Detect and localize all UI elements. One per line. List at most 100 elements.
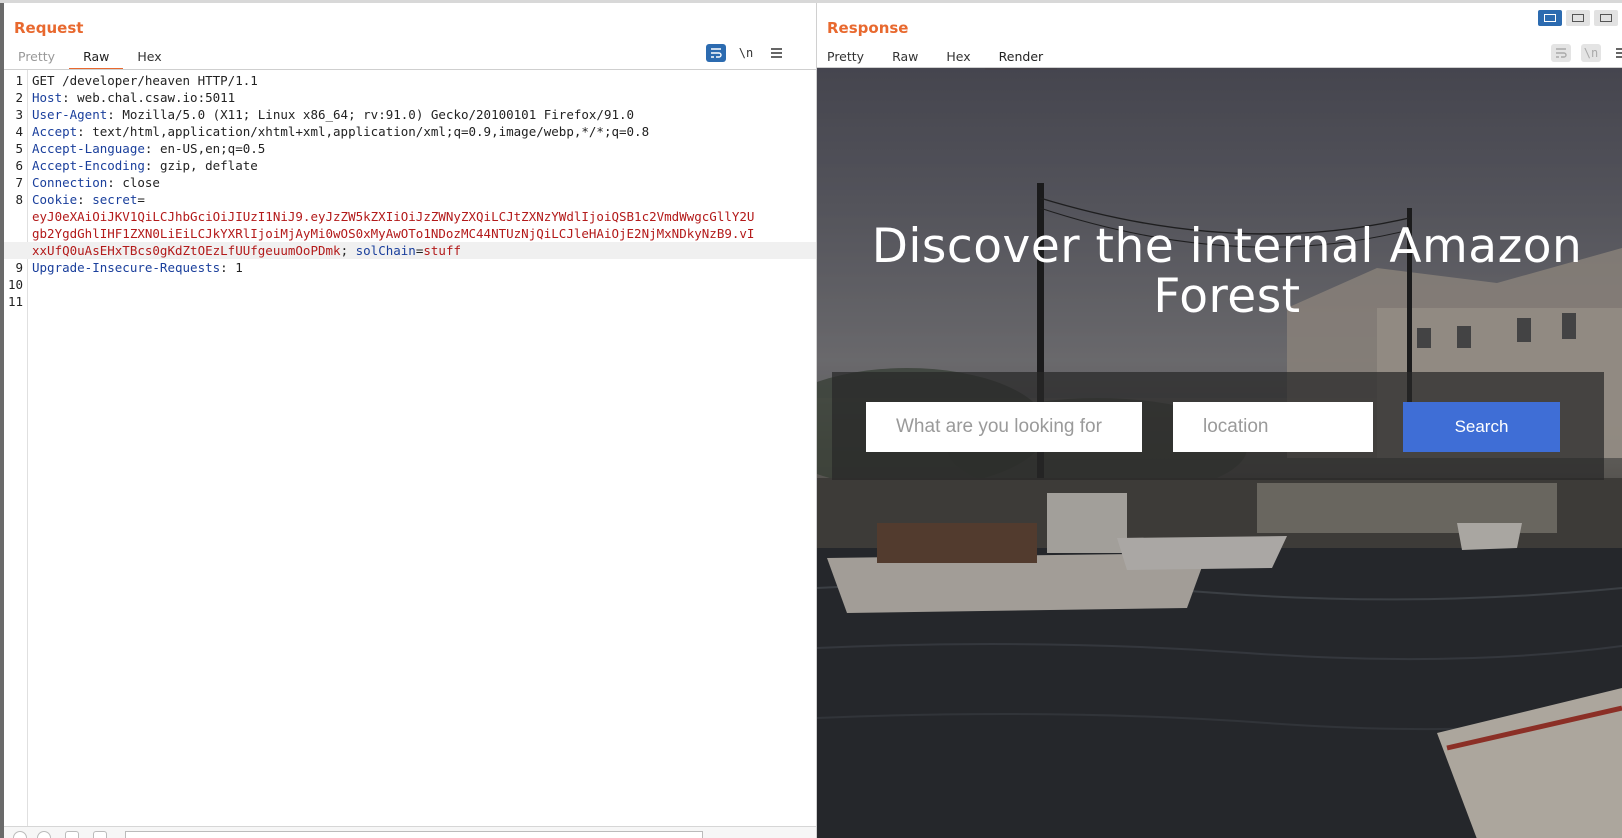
header-value: ;: [340, 243, 356, 258]
settings-icon[interactable]: [37, 831, 51, 838]
request-line: 6 Accept-Encoding: gzip, deflate: [4, 157, 816, 174]
request-line: 11: [4, 293, 816, 310]
request-title: Request: [14, 19, 84, 37]
line-text: eyJ0eXAiOiJKV1QiLCJhbGciOiJIUzI1NiJ9.eyJ…: [26, 208, 754, 225]
header-key: Accept: [32, 124, 78, 139]
request-line: 10: [4, 276, 816, 293]
cookie-value: xxUfQ0uAsEHxTBcs0gKdZtOEzLfUUfgeuumOoPDm…: [32, 243, 341, 258]
request-bottom-bar: [4, 826, 816, 838]
line-text: [26, 276, 32, 293]
header-value: : en-US,en;q=0.5: [144, 141, 266, 156]
line-number: 5: [15, 141, 23, 156]
line-number: 2: [15, 90, 23, 105]
request-line: 9 Upgrade-Insecure-Requests: 1: [4, 259, 816, 276]
back-icon[interactable]: [65, 831, 79, 838]
layout-toggle-group: [1538, 10, 1618, 26]
request-line: 8 Cookie: secret=: [4, 191, 816, 208]
header-key: secret: [92, 192, 138, 207]
search-what-input[interactable]: [866, 402, 1142, 452]
response-toolbar: \n: [1551, 44, 1622, 62]
hamburger-icon[interactable]: [1611, 44, 1622, 62]
show-newlines-button[interactable]: \n: [1581, 44, 1601, 62]
line-text: Accept-Language: en-US,en;q=0.5: [26, 140, 265, 157]
header-value: : text/html,application/xhtml+xml,applic…: [77, 124, 650, 139]
line-number: 8: [15, 192, 23, 207]
line-number: 6: [15, 158, 23, 173]
split-vertical-icon[interactable]: [1566, 10, 1590, 26]
line-number: 7: [15, 175, 23, 190]
line-text: Upgrade-Insecure-Requests: 1: [26, 259, 243, 276]
response-pane: Response Pretty Raw Hex Render \n Discov…: [817, 3, 1622, 838]
line-number: [4, 242, 26, 259]
line-number: 1: [15, 73, 23, 88]
line-number: 10: [7, 277, 23, 292]
request-pane: Request Pretty Raw Hex \n 1 GET /develope…: [4, 3, 817, 838]
tabbed-layout-icon[interactable]: [1594, 10, 1618, 26]
rendered-response: Discover the internal Amazon Forest Sear…: [817, 67, 1622, 838]
line-number: [4, 208, 26, 225]
request-line: gb2YgdGhlIHF1ZXN0LiEiLCJkYXRlIjoiMjAyMi0…: [4, 225, 816, 242]
line-number: 4: [15, 124, 23, 139]
header-key: Host: [32, 90, 63, 105]
search-button[interactable]: Search: [1403, 402, 1560, 452]
header-value: : Mozilla/5.0 (X11; Linux x86_64; rv:91.…: [107, 107, 635, 122]
line-text: User-Agent: Mozilla/5.0 (X11; Linux x86_…: [26, 106, 634, 123]
line-number: 11: [7, 294, 23, 309]
header-key: User-Agent: [32, 107, 108, 122]
header-value: : close: [107, 175, 160, 190]
wrap-lines-icon[interactable]: [706, 44, 726, 62]
split-horizontal-icon[interactable]: [1538, 10, 1562, 26]
tab-hex[interactable]: Hex: [123, 45, 175, 70]
cookie-value: eyJ0eXAiOiJKV1QiLCJhbGciOiJIUzI1NiJ9.eyJ…: [32, 209, 755, 224]
search-location-input[interactable]: [1173, 402, 1373, 452]
line-text: Accept: text/html,application/xhtml+xml,…: [26, 123, 649, 140]
help-icon[interactable]: [13, 831, 27, 838]
search-input[interactable]: [125, 831, 703, 838]
line-number: [4, 225, 26, 242]
request-line: 5 Accept-Language: en-US,en;q=0.5: [4, 140, 816, 157]
line-number: 3: [15, 107, 23, 122]
line-text: Cookie: secret=: [26, 191, 145, 208]
request-line: 7 Connection: close: [4, 174, 816, 191]
request-editor[interactable]: 1 GET /developer/heaven HTTP/1.1 2 Host: we…: [4, 70, 816, 826]
hamburger-icon[interactable]: [766, 44, 786, 62]
tab-pretty[interactable]: Pretty: [4, 45, 69, 70]
header-key: Accept-Encoding: [32, 158, 145, 173]
line-text: Connection: close: [26, 174, 160, 191]
burp-repeater: Request Pretty Raw Hex \n 1 GET /develope…: [0, 0, 1622, 838]
request-tabs: Pretty Raw Hex: [4, 45, 176, 70]
cookie-value: gb2YgdGhlIHF1ZXN0LiEiLCJkYXRlIjoiMjAyMi0…: [32, 226, 755, 241]
header-key: solChain: [355, 243, 416, 258]
hero-headline: Discover the internal Amazon Forest: [871, 219, 1583, 324]
header-key: Cookie: [32, 192, 78, 207]
line-text: [26, 293, 32, 310]
forward-icon[interactable]: [93, 831, 107, 838]
header-key: Accept-Language: [32, 141, 145, 156]
request-line: 4 Accept: text/html,application/xhtml+xml…: [4, 123, 816, 140]
request-line: 1 GET /developer/heaven HTTP/1.1: [4, 72, 816, 89]
line-number: 9: [15, 260, 23, 275]
header-value: : gzip, deflate: [144, 158, 258, 173]
line-text: GET /developer/heaven HTTP/1.1: [26, 72, 258, 89]
header-value: : web.chal.csaw.io:5011: [62, 90, 236, 105]
request-toolbar: \n: [706, 44, 786, 62]
header-value: : 1: [220, 260, 243, 275]
request-lines: 1 GET /developer/heaven HTTP/1.1 2 Host: we…: [4, 72, 816, 310]
request-line: eyJ0eXAiOiJKV1QiLCJhbGciOiJIUzI1NiJ9.eyJ…: [4, 208, 816, 225]
header-value: :: [77, 192, 93, 207]
header-value: =: [137, 192, 145, 207]
line-text: gb2YgdGhlIHF1ZXN0LiEiLCJkYXRlIjoiMjAyMi0…: [26, 225, 754, 242]
line-text: Host: web.chal.csaw.io:5011: [26, 89, 235, 106]
header-value: GET /developer/heaven HTTP/1.1: [32, 73, 258, 88]
show-newlines-button[interactable]: \n: [736, 44, 756, 62]
search-band: Search: [832, 372, 1604, 480]
request-line: xxUfQ0uAsEHxTBcs0gKdZtOEzLfUUfgeuumOoPDm…: [4, 242, 816, 259]
cookie-value: stuff: [423, 243, 462, 258]
request-line: 3 User-Agent: Mozilla/5.0 (X11; Linux x86…: [4, 106, 816, 123]
line-text: xxUfQ0uAsEHxTBcs0gKdZtOEzLfUUfgeuumOoPDm…: [26, 242, 461, 259]
tab-raw[interactable]: Raw: [69, 45, 124, 70]
wrap-lines-icon[interactable]: [1551, 44, 1571, 62]
request-line: 2 Host: web.chal.csaw.io:5011: [4, 89, 816, 106]
header-key: Connection: [32, 175, 108, 190]
response-title: Response: [827, 19, 909, 37]
